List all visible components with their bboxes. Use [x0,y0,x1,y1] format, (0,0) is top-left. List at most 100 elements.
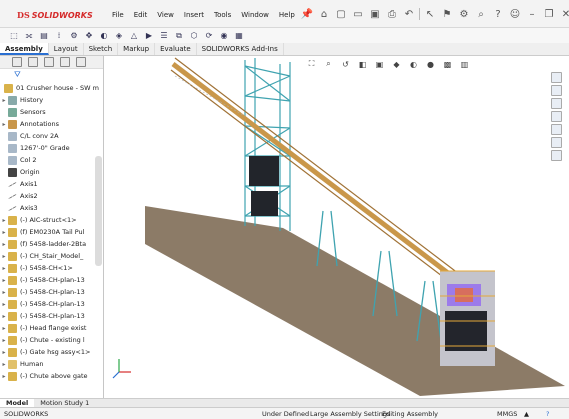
menu-edit[interactable]: Edit [129,11,153,19]
tree-item[interactable]: ▸ History [0,94,103,106]
assembly-features-icon[interactable]: ◈ [113,30,125,42]
help-question-icon[interactable]: ? [491,7,505,21]
tree-item[interactable]: ▸ (-) Chute - existing l [0,334,103,346]
tab-evaluate[interactable]: Evaluate [155,43,197,55]
expand-arrow-icon[interactable]: ▸ [0,313,8,320]
mate-icon[interactable]: ⟗ [23,30,35,42]
previous-view-icon[interactable]: ↺ [339,58,352,70]
linear-pattern-icon[interactable]: ⁞ [53,30,65,42]
filter-icon[interactable]: ⛛ [0,69,103,80]
section-view-icon[interactable]: ◧ [356,58,369,70]
zoom-to-fit-icon[interactable]: ⛶ [305,58,318,70]
tree-item[interactable]: ▸ (-) 5458-CH-plan-13 [0,274,103,286]
show-hidden-icon[interactable]: ◐ [98,30,110,42]
view-settings-icon[interactable]: ▥ [458,58,471,70]
tree-item[interactable]: ▸ (-) 5458-CH<1> [0,262,103,274]
minimize-icon[interactable]: – [525,7,539,21]
status-help-icon[interactable]: ? [546,410,549,418]
tab-model[interactable]: Model [0,399,35,407]
tab-assembly[interactable]: Assembly [0,43,49,55]
bill-of-materials-icon[interactable]: ☰ [158,30,170,42]
take-snapshot-icon[interactable]: ◉ [218,30,230,42]
expand-arrow-icon[interactable]: ▸ [0,301,8,308]
tree-item[interactable]: Axis3 [0,202,103,214]
tree-item[interactable]: ▸ (-) CH_Stair_Model_ [0,250,103,262]
menu-file[interactable]: File [107,11,129,19]
tree-item[interactable]: C/L conv 2A [0,130,103,142]
expand-arrow-icon[interactable]: ▸ [0,349,8,356]
display-manager-tab-icon[interactable] [76,57,86,67]
hide-show-items-icon[interactable]: ◐ [407,58,420,70]
menu-insert[interactable]: Insert [179,11,209,19]
pin-icon[interactable]: 📌 [300,7,314,21]
forum-icon[interactable] [551,150,562,161]
options-gear-icon[interactable]: ⚙ [457,7,471,21]
configuration-manager-tab-icon[interactable] [44,57,54,67]
rebuild-icon[interactable]: ⚑ [440,7,454,21]
view-orientation-icon[interactable]: ▣ [373,58,386,70]
close-icon[interactable]: ✕ [559,7,569,21]
units-arrow-icon[interactable]: ▲ [524,410,529,418]
reference-geometry-icon[interactable]: △ [128,30,140,42]
tree-item[interactable]: ▸ Human [0,358,103,370]
file-explorer-icon[interactable] [551,98,562,109]
menu-view[interactable]: View [152,11,179,19]
display-style-icon[interactable]: ◆ [390,58,403,70]
expand-arrow-icon[interactable]: ▸ [0,253,8,260]
tree-item[interactable]: ▸ (-) 5458-CH-plan-13 [0,310,103,322]
expand-arrow-icon[interactable]: ▸ [0,361,8,368]
move-component-icon[interactable]: ✥ [83,30,95,42]
edit-appearance-icon[interactable]: ● [424,58,437,70]
menu-tools[interactable]: Tools [209,11,236,19]
tree-item[interactable]: Origin [0,166,103,178]
component-preview-icon[interactable]: ▤ [38,30,50,42]
dimxpert-tab-icon[interactable] [60,57,70,67]
exploded-view-icon[interactable]: ⧉ [173,30,185,42]
expand-arrow-icon[interactable]: ▸ [0,373,8,380]
tree-item[interactable]: ▸ (f) EM0230A Tail Pul [0,226,103,238]
design-library-icon[interactable] [551,85,562,96]
property-manager-tab-icon[interactable] [28,57,38,67]
tree-item[interactable]: 1267'-0" Grade [0,142,103,154]
expand-arrow-icon[interactable]: ▸ [0,217,8,224]
tree-item[interactable]: Sensors [0,106,103,118]
expand-arrow-icon[interactable]: ▸ [0,121,8,128]
tab-sketch[interactable]: Sketch [84,43,119,55]
home-icon[interactable]: ⌂ [317,7,331,21]
menu-window[interactable]: Window [236,11,274,19]
tab-addins[interactable]: SOLIDWORKS Add-Ins [197,43,284,55]
expand-arrow-icon[interactable]: ▸ [0,241,8,248]
status-large-assembly[interactable]: Large Assembly Settings [310,410,390,418]
tab-markup[interactable]: Markup [118,43,156,55]
tree-item[interactable]: ▸ (-) 5458-CH-plan-13 [0,298,103,310]
tree-item[interactable]: ▸ Annotations [0,118,103,130]
update-icon[interactable]: ⟳ [203,30,215,42]
tree-item[interactable]: ▸ (-) Head flange exist [0,322,103,334]
select-arrow-icon[interactable]: ↖ [423,7,437,21]
large-assembly-icon[interactable]: ▦ [233,30,245,42]
solidworks-resources-icon[interactable] [551,72,562,83]
tree-item[interactable]: ▸ (-) AIC-struct<1> [0,214,103,226]
new-document-icon[interactable]: ▢ [334,7,348,21]
instant3d-icon[interactable]: ⬡ [188,30,200,42]
user-icon[interactable]: ☺ [508,7,522,21]
solidworks-logo[interactable]: DS SOLIDWORKS [17,9,93,21]
expand-arrow-icon[interactable]: ▸ [0,337,8,344]
smart-fasteners-icon[interactable]: ⚙ [68,30,80,42]
menu-help[interactable]: Help [274,11,300,19]
apply-scene-icon[interactable]: ▩ [441,58,454,70]
feature-manager-tab-icon[interactable] [12,57,22,67]
new-motion-study-icon[interactable]: ▶ [143,30,155,42]
tree-scrollbar[interactable] [95,156,102,266]
view-palette-icon[interactable] [551,111,562,122]
tree-item[interactable]: Axis1 [0,178,103,190]
expand-arrow-icon[interactable]: ▸ [0,289,8,296]
search-icon[interactable]: ⌕ [474,7,488,21]
expand-arrow-icon[interactable]: ▸ [0,325,8,332]
open-folder-icon[interactable]: ▭ [351,7,365,21]
expand-arrow-icon[interactable]: ▸ [0,277,8,284]
tab-motion-study[interactable]: Motion Study 1 [34,399,95,407]
tree-item[interactable]: ▸ (-) 5458-CH-plan-13 [0,286,103,298]
insert-component-icon[interactable]: ⬚ [8,30,20,42]
expand-arrow-icon[interactable]: ▸ [0,97,8,104]
